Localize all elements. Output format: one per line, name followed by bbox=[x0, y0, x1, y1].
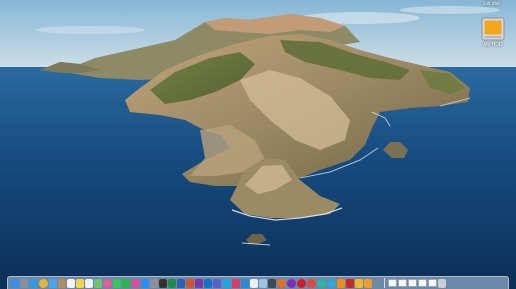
dock-trash-icon[interactable] bbox=[438, 278, 446, 288]
dock-excel-icon[interactable] bbox=[168, 278, 176, 288]
dock-pages-icon[interactable] bbox=[364, 278, 372, 288]
dock-utilities-icon[interactable] bbox=[373, 278, 381, 288]
dock-sketch-icon[interactable] bbox=[355, 278, 363, 288]
dock-app-store-icon[interactable] bbox=[141, 278, 149, 288]
dock-filezilla-icon[interactable] bbox=[346, 278, 354, 288]
dock-launchpad-icon[interactable] bbox=[20, 278, 28, 288]
dock-terminal-icon[interactable] bbox=[159, 278, 167, 288]
dock-document-icon[interactable] bbox=[408, 279, 417, 287]
dock-mail-icon[interactable] bbox=[49, 278, 57, 288]
dock-vscode-icon[interactable] bbox=[241, 278, 249, 288]
dock-outlook-icon[interactable] bbox=[204, 278, 212, 288]
dock-document-icon[interactable] bbox=[388, 279, 397, 287]
dock-onenote-icon[interactable] bbox=[195, 278, 203, 288]
dock-preview-icon[interactable] bbox=[259, 278, 267, 288]
dock-facetime-icon[interactable] bbox=[122, 278, 130, 288]
dock-powerpoint-icon[interactable] bbox=[186, 278, 194, 288]
hard-drive-icon bbox=[481, 17, 505, 41]
desktop-icon-my-hdd[interactable]: My HDD bbox=[473, 17, 513, 48]
dock-textedit-icon[interactable] bbox=[250, 278, 258, 288]
dock-photos-icon[interactable] bbox=[103, 278, 112, 288]
dock-yahoo-icon[interactable] bbox=[287, 278, 296, 288]
desktop-icon-ext-disk[interactable]: Ext disk bbox=[472, 0, 512, 7]
desktop-icon-label: Ext disk bbox=[483, 1, 501, 7]
dock-itunes-icon[interactable] bbox=[131, 278, 140, 288]
dock-word-icon[interactable] bbox=[177, 278, 185, 288]
dock-notes-icon[interactable] bbox=[76, 278, 84, 288]
dock-skype-icon[interactable] bbox=[222, 278, 231, 288]
dock-teams-icon[interactable] bbox=[213, 278, 221, 288]
dock-system-preferences-icon[interactable] bbox=[150, 278, 158, 288]
dock bbox=[7, 276, 509, 289]
dock-document-icon[interactable] bbox=[418, 279, 427, 287]
dock-safari-icon[interactable] bbox=[29, 278, 38, 288]
dock-vlc-icon[interactable] bbox=[337, 278, 345, 288]
dock-firefox-icon[interactable] bbox=[277, 278, 286, 288]
dock-opera-icon[interactable] bbox=[297, 278, 306, 288]
dock-document-icon[interactable] bbox=[398, 279, 407, 287]
catalina-wallpaper bbox=[0, 0, 516, 289]
dock-slack-icon[interactable] bbox=[232, 278, 240, 288]
dock-activity-monitor-icon[interactable] bbox=[268, 278, 276, 288]
desktop: Ext disk My HDD bbox=[0, 0, 516, 289]
dock-maps-icon[interactable] bbox=[94, 278, 102, 288]
dock-finder-icon[interactable] bbox=[11, 278, 19, 288]
dock-document-icon[interactable] bbox=[428, 279, 437, 287]
dock-messages-icon[interactable] bbox=[113, 278, 121, 288]
dock-separator bbox=[384, 278, 385, 288]
dock-telegram-icon[interactable] bbox=[327, 278, 336, 288]
dock-chrome-icon[interactable] bbox=[39, 278, 48, 288]
desktop-icon-label: My HDD bbox=[483, 42, 503, 48]
dock-vivaldi-icon[interactable] bbox=[307, 278, 316, 288]
dock-contacts-icon[interactable] bbox=[58, 278, 66, 288]
dock-edge-icon[interactable] bbox=[317, 278, 326, 288]
dock-calendar-icon[interactable] bbox=[67, 278, 75, 288]
dock-reminders-icon[interactable] bbox=[85, 278, 93, 288]
